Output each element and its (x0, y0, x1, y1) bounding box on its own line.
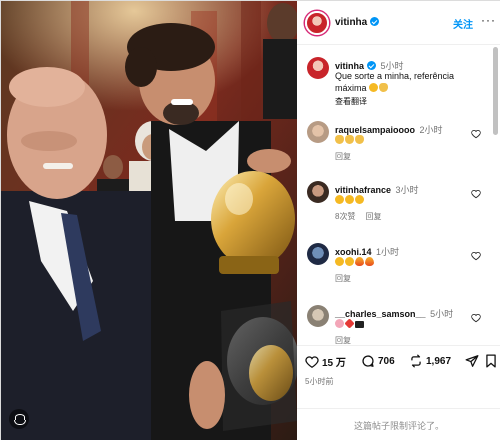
heart-eyes-emoji-icon (345, 195, 354, 204)
photo-illustration (1, 1, 297, 440)
caption-avatar[interactable] (307, 57, 329, 79)
heart-hands-emoji-icon (379, 83, 389, 92)
comment-text (335, 194, 365, 206)
commenter-avatar[interactable] (307, 121, 329, 143)
like-comment-heart-icon[interactable] (471, 189, 481, 199)
repost-count: 1,967 (426, 355, 452, 367)
reply-button[interactable]: 回复 (335, 152, 351, 161)
repost-button[interactable]: 1,967 (409, 354, 451, 368)
post-photo[interactable] (1, 1, 297, 440)
like-comment-heart-icon[interactable] (471, 251, 481, 261)
comment-time: 3小时 (395, 185, 419, 195)
tagged-users-icon[interactable] (9, 409, 29, 429)
comment-button[interactable]: 706 (361, 354, 395, 368)
verified-badge-icon (367, 61, 377, 70)
red-heart-emoji-icon (344, 318, 355, 329)
brain-emoji-icon (335, 319, 344, 328)
post-dialog: vitinha 关注 ··· vitinha 5小时 Que sorte a m… (0, 0, 500, 440)
heart-eyes-emoji-icon (335, 195, 344, 204)
comment-actions: 回复 (335, 151, 361, 162)
commenter-avatar[interactable] (307, 181, 329, 203)
share-button[interactable] (465, 354, 482, 368)
heart-eyes-emoji-icon (345, 257, 354, 266)
send-icon (465, 355, 479, 367)
more-options-icon[interactable]: ··· (481, 13, 496, 27)
clap-emoji-icon (355, 135, 364, 144)
comments-scrollbar[interactable] (493, 47, 498, 135)
reply-button[interactable]: 回复 (335, 274, 351, 283)
fire-emoji-icon (365, 257, 374, 266)
commenter-avatar[interactable] (307, 243, 329, 265)
comment-time: 2小时 (419, 125, 443, 135)
action-row: 15 万 706 1,967 (305, 354, 496, 370)
comment-text (335, 318, 365, 330)
like-comment-heart-icon[interactable] (471, 129, 481, 139)
see-translation-link[interactable]: 查看翻译 (335, 96, 367, 107)
heart-eyes-emoji-icon (355, 195, 364, 204)
like-count: 15 万 (322, 358, 346, 369)
caption-text-line2-words: máxima (335, 83, 367, 93)
verified-badge-icon (370, 17, 380, 26)
smiling-heart-eyes-emoji-icon (369, 83, 379, 92)
bookmark-icon (486, 354, 496, 368)
comment-time: 5小时 (430, 309, 454, 319)
comment-text (335, 256, 375, 268)
comment-actions: 8次赞 回复 (335, 211, 391, 222)
fire-emoji-icon (355, 257, 364, 266)
comment-like-count[interactable]: 8次赞 (335, 212, 355, 221)
commenter-avatar[interactable] (307, 305, 329, 327)
comment-bubble-icon (362, 355, 374, 367)
comment-time: 1小时 (376, 247, 400, 257)
author-username[interactable]: vitinha (335, 17, 367, 28)
reply-button[interactable]: 回复 (335, 336, 351, 345)
top-hat-emoji-icon (355, 321, 364, 328)
author-username-row[interactable]: vitinha (335, 17, 380, 28)
heart-icon (305, 355, 319, 368)
post-action-bar: 15 万 706 1,967 5小时前 这篇帖子限制评论了。 (297, 345, 500, 440)
comment-count: 706 (378, 355, 395, 367)
reply-button[interactable]: 回复 (365, 212, 381, 221)
section-divider (297, 408, 500, 409)
posted-time[interactable]: 5小时前 (305, 376, 333, 387)
post-header: vitinha 关注 ··· (297, 1, 500, 45)
repost-icon (411, 354, 421, 368)
comment-actions: 回复 (335, 273, 361, 284)
clap-emoji-icon (335, 135, 344, 144)
like-comment-heart-icon[interactable] (471, 313, 481, 323)
caption-text-line2: máxima (335, 82, 389, 94)
comments-limited-notice: 这篇帖子限制评论了。 (353, 421, 444, 431)
comment-actions: 回复 (335, 335, 361, 345)
like-button[interactable]: 15 万 (305, 354, 346, 369)
clap-emoji-icon (345, 135, 354, 144)
post-sidebar: vitinha 关注 ··· vitinha 5小时 Que sorte a m… (297, 1, 500, 440)
heart-eyes-emoji-icon (335, 257, 344, 266)
comment-text (335, 134, 365, 146)
follow-button[interactable]: 关注 (453, 16, 473, 31)
save-button[interactable] (485, 354, 500, 368)
comments-scroll-area[interactable]: vitinha 5小时 Que sorte a minha, referênci… (297, 45, 500, 345)
author-avatar[interactable] (305, 11, 329, 35)
caption-text-line1: Que sorte a minha, referência (335, 71, 455, 81)
